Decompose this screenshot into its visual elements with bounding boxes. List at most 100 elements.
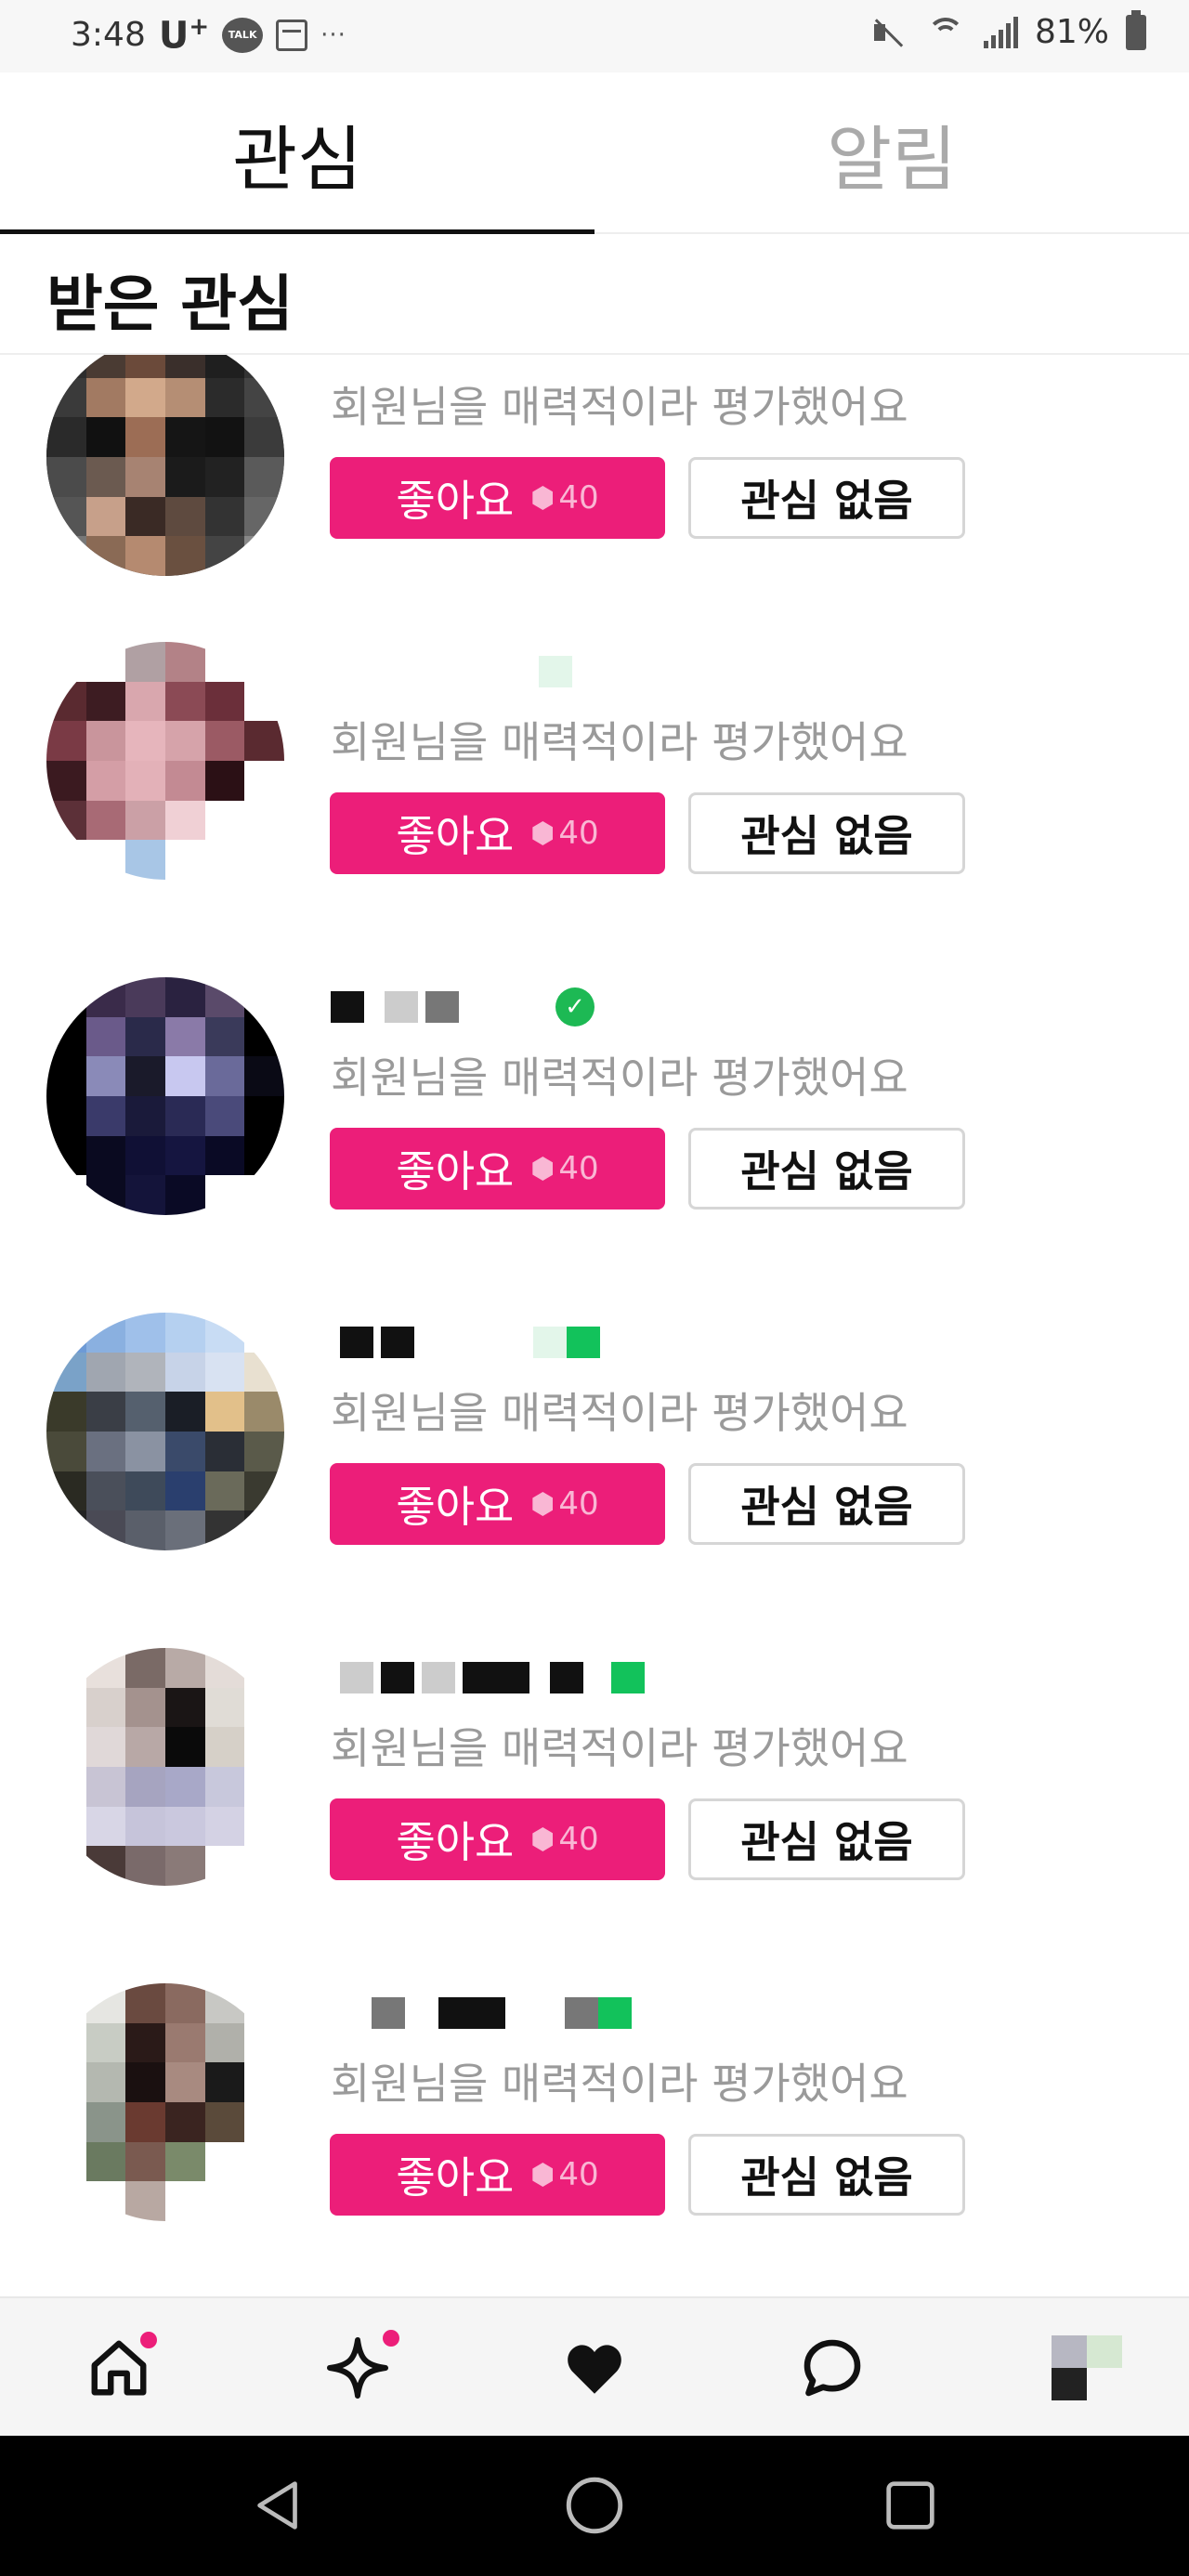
interest-description: 회원님을 매력적이라 평가했어요 — [331, 717, 908, 767]
like-label: 좋아요 — [396, 1817, 515, 1867]
list-item: 회원님을 매력적이라 평가했어요 좋아요 40 관심 없음 — [0, 1313, 1189, 1648]
member-name-redacted — [331, 1657, 645, 1698]
redacted-block — [372, 1997, 405, 2029]
nav-interest[interactable] — [543, 2317, 646, 2419]
section-title: 받은 관심 — [46, 268, 294, 340]
like-cost: 40 — [532, 815, 599, 852]
member-name-redacted: ✓ — [331, 987, 594, 1027]
status-bar: 3:48 U+ TALK ··· 81% — [0, 0, 1189, 72]
mute-icon — [870, 15, 908, 50]
like-button[interactable]: 좋아요 40 — [330, 2134, 665, 2216]
status-time: 3:48 — [71, 16, 146, 55]
not-interested-button[interactable]: 관심 없음 — [688, 2134, 965, 2216]
sparkle-icon — [327, 2337, 388, 2399]
redacted-block — [611, 1662, 645, 1693]
like-button[interactable]: 좋아요 40 — [330, 457, 665, 539]
system-recents-button[interactable] — [869, 2464, 952, 2547]
nav-discover[interactable] — [307, 2317, 409, 2419]
redacted-block — [331, 991, 364, 1023]
redacted-block — [565, 1997, 598, 2029]
gem-icon — [532, 1827, 554, 1851]
avatar[interactable] — [46, 1313, 284, 1550]
kakaotalk-icon: TALK — [222, 17, 264, 53]
redacted-block — [463, 1662, 529, 1693]
system-back-button[interactable] — [237, 2464, 320, 2547]
redacted-block — [425, 991, 459, 1023]
status-left: 3:48 U+ TALK ··· — [71, 13, 346, 57]
avatar[interactable] — [46, 977, 284, 1215]
interest-description: 회원님을 매력적이라 평가했어요 — [331, 382, 908, 432]
chat-icon — [804, 2339, 861, 2397]
like-button[interactable]: 좋아요 40 — [330, 1463, 665, 1545]
verified-badge-icon: ✓ — [555, 987, 594, 1026]
home-badge — [140, 2332, 157, 2348]
avatar[interactable] — [46, 1983, 284, 2221]
redacted-block — [567, 1327, 600, 1358]
tab-alerts[interactable]: 알림 — [594, 72, 1189, 234]
not-interested-button[interactable]: 관심 없음 — [688, 457, 965, 539]
redacted-block — [598, 1997, 632, 2029]
heart-icon — [568, 2345, 621, 2394]
like-cost: 40 — [532, 1821, 599, 1858]
gem-icon — [532, 2163, 554, 2187]
avatar[interactable] — [46, 1648, 284, 1886]
like-cost: 40 — [532, 479, 599, 517]
redacted-block — [340, 1662, 373, 1693]
redacted-block — [381, 1662, 414, 1693]
tab-bar: 관심 알림 — [0, 72, 1189, 234]
list-item: 회원님을 매력적이라 평가했어요 좋아요 40 관심 없음 — [0, 642, 1189, 977]
interest-description: 회원님을 매력적이라 평가했어요 — [331, 1053, 908, 1103]
avatar[interactable] — [46, 355, 284, 576]
member-name-redacted — [331, 1322, 600, 1363]
like-button[interactable]: 좋아요 40 — [330, 1128, 665, 1210]
wifi-icon — [924, 16, 967, 49]
battery-icon — [1126, 9, 1146, 50]
discover-badge — [383, 2330, 399, 2347]
like-cost: 40 — [532, 1485, 599, 1523]
nav-chat[interactable] — [781, 2317, 883, 2419]
like-label: 좋아요 — [396, 811, 515, 861]
redacted-block — [438, 1997, 505, 2029]
gem-icon — [532, 486, 554, 510]
carrier-label: U+ — [158, 13, 210, 58]
like-button[interactable]: 좋아요 40 — [330, 1798, 665, 1880]
more-notifications-icon: ··· — [320, 20, 346, 49]
nav-home[interactable] — [68, 2317, 170, 2419]
nav-profile[interactable] — [1036, 2317, 1138, 2419]
like-label: 좋아요 — [396, 1482, 515, 1532]
home-circle-icon — [566, 2477, 623, 2534]
gem-icon — [532, 821, 554, 845]
list-item: 회원님을 매력적이라 평가했어요 좋아요 40 관심 없음 — [0, 1983, 1189, 2296]
profile-avatar — [1052, 2335, 1122, 2400]
gem-icon — [532, 1157, 554, 1181]
redacted-block — [539, 656, 572, 687]
system-nav-bar — [0, 2436, 1189, 2576]
calendar-icon — [276, 19, 308, 51]
like-label: 좋아요 — [396, 1146, 515, 1196]
system-home-button[interactable] — [553, 2464, 636, 2547]
not-interested-button[interactable]: 관심 없음 — [688, 1463, 965, 1545]
tab-interest[interactable]: 관심 — [0, 72, 594, 234]
redacted-block — [533, 1327, 567, 1358]
not-interested-button[interactable]: 관심 없음 — [688, 1128, 965, 1210]
list-item: ✓ 회원님을 매력적이라 평가했어요 좋아요 40 관심 없음 — [0, 355, 1189, 642]
member-name-redacted — [331, 651, 572, 692]
redacted-block — [381, 1327, 414, 1358]
status-right: 81% — [870, 9, 1146, 51]
redacted-block — [385, 991, 418, 1023]
bottom-nav — [0, 2296, 1189, 2436]
not-interested-button[interactable]: 관심 없음 — [688, 1798, 965, 1880]
redacted-block — [422, 1662, 455, 1693]
signal-icon — [983, 16, 1018, 48]
like-label: 좋아요 — [396, 2152, 515, 2203]
like-button[interactable]: 좋아요 40 — [330, 792, 665, 874]
recents-square-icon — [886, 2481, 934, 2530]
section-header: 받은 관심 — [0, 234, 1189, 355]
like-cost: 40 — [532, 2156, 599, 2193]
avatar[interactable] — [46, 642, 284, 880]
gem-icon — [532, 1492, 554, 1516]
list-item: ✓ 회원님을 매력적이라 평가했어요 좋아요 40 관심 없음 — [0, 977, 1189, 1313]
interest-description: 회원님을 매력적이라 평가했어요 — [331, 1723, 908, 1773]
received-interest-list[interactable]: ✓ 회원님을 매력적이라 평가했어요 좋아요 40 관심 없음 회원님을 매력적… — [0, 355, 1189, 2296]
not-interested-button[interactable]: 관심 없음 — [688, 792, 965, 874]
